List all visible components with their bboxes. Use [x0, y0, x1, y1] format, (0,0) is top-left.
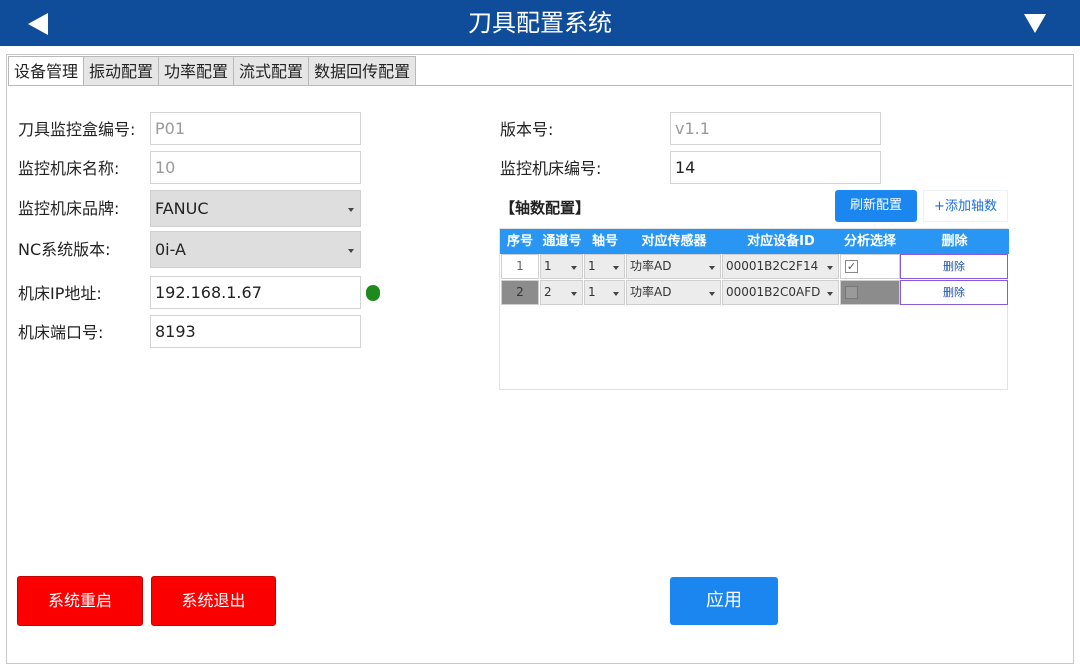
table-row: 2 2 1 功率AD 00001B2C0AFD 删除: [500, 280, 1009, 305]
tab-data-return-config[interactable]: 数据回传配置: [309, 56, 417, 86]
tab-device-management[interactable]: 设备管理: [8, 56, 85, 86]
machine-number-field[interactable]: 14: [670, 151, 881, 184]
sensor-value: 功率AD: [630, 285, 672, 299]
port-label: 机床端口号:: [18, 323, 104, 342]
tab-divider: [8, 85, 1072, 86]
ip-address-field[interactable]: 192.168.1.67: [150, 276, 361, 309]
box-id-label: 刀具监控盒编号:: [18, 120, 136, 139]
add-axis-button[interactable]: +添加轴数: [923, 190, 1008, 222]
column-header: 分析选择: [843, 234, 896, 249]
caret-down-icon: [348, 208, 354, 212]
sensor-select[interactable]: 功率AD: [626, 280, 721, 305]
nc-version-select[interactable]: 0i-A: [150, 231, 361, 268]
version-label: 版本号:: [500, 120, 554, 139]
device-id-select[interactable]: 00001B2C2F14: [722, 254, 839, 279]
channel-value: 2: [544, 285, 552, 299]
port-field[interactable]: 8193: [150, 315, 361, 348]
machine-name-field[interactable]: 10: [150, 151, 361, 184]
caret-down-icon: [571, 292, 577, 296]
channel-value: 1: [544, 259, 552, 273]
apply-button[interactable]: 应用: [670, 577, 778, 625]
system-exit-button[interactable]: 系统退出: [151, 576, 276, 626]
connection-status-indicator: [366, 285, 380, 301]
analysis-cell: ✓: [840, 254, 900, 279]
sensor-value: 功率AD: [630, 259, 672, 273]
system-restart-button[interactable]: 系统重启: [17, 576, 143, 626]
refresh-config-button[interactable]: 刷新配置: [835, 190, 917, 222]
tab-bar: 设备管理 振动配置 功率配置 流式配置 数据回传配置: [8, 56, 417, 86]
nc-version-value: 0i-A: [155, 240, 186, 259]
machine-brand-value: FANUC: [155, 199, 209, 218]
caret-down-icon: [613, 266, 619, 270]
delete-row-button[interactable]: 删除: [900, 280, 1008, 305]
tab-stream-config[interactable]: 流式配置: [234, 56, 310, 86]
analysis-checkbox[interactable]: [845, 286, 858, 299]
analysis-checkbox[interactable]: ✓: [845, 260, 858, 273]
row-index: 2: [501, 280, 539, 305]
machine-brand-label: 监控机床品牌:: [18, 199, 120, 218]
axis-value: 1: [588, 285, 596, 299]
axis-select[interactable]: 1: [584, 280, 625, 305]
column-header: 删除: [941, 234, 968, 249]
axis-value: 1: [588, 259, 596, 273]
table-row: 1 1 1 功率AD 00001B2C2F14 ✓ 删除: [500, 254, 1009, 279]
device-id-value: 00001B2C2F14: [726, 259, 819, 273]
caret-down-icon: [709, 292, 715, 296]
analysis-cell: [840, 280, 900, 305]
column-header: 对应设备ID: [747, 234, 815, 249]
version-field[interactable]: v1.1: [670, 112, 881, 145]
column-header: 轴号: [591, 234, 618, 249]
machine-number-label: 监控机床编号:: [500, 159, 602, 178]
axis-select[interactable]: 1: [584, 254, 625, 279]
device-id-value: 00001B2C0AFD: [726, 285, 821, 299]
channel-select[interactable]: 1: [540, 254, 583, 279]
box-id-field[interactable]: P01: [150, 112, 361, 145]
sensor-select[interactable]: 功率AD: [626, 254, 721, 279]
nc-version-label: NC系统版本:: [18, 240, 111, 259]
caret-down-icon: [613, 292, 619, 296]
tab-vibration-config[interactable]: 振动配置: [84, 56, 160, 86]
app-title: 刀具配置系统: [468, 9, 612, 37]
caret-down-icon: [827, 266, 833, 270]
column-header: 通道号: [542, 234, 582, 249]
table-header: 序号 通道号 轴号 对应传感器 对应设备ID 分析选择 删除: [500, 229, 1009, 254]
caret-down-icon: [571, 266, 577, 270]
delete-row-button[interactable]: 删除: [900, 254, 1008, 279]
column-header: 对应传感器: [641, 234, 707, 249]
tab-power-config[interactable]: 功率配置: [159, 56, 235, 86]
ip-address-label: 机床IP地址:: [18, 284, 102, 303]
title-bar: 刀具配置系统: [0, 0, 1080, 46]
caret-down-icon: [827, 292, 833, 296]
column-header: 序号: [506, 234, 533, 249]
device-id-select[interactable]: 00001B2C0AFD: [722, 280, 839, 305]
caret-down-icon: [709, 266, 715, 270]
caret-down-icon: [348, 249, 354, 253]
machine-brand-select[interactable]: FANUC: [150, 190, 361, 227]
machine-name-label: 监控机床名称:: [18, 159, 120, 178]
axis-config-title: 【轴数配置】: [500, 199, 591, 217]
row-index: 1: [501, 254, 539, 279]
dropdown-triangle-icon[interactable]: [1022, 12, 1050, 36]
axis-config-table: 序号 通道号 轴号 对应传感器 对应设备ID 分析选择 删除 1 1 1 功率A…: [499, 228, 1009, 390]
channel-select[interactable]: 2: [540, 280, 583, 305]
